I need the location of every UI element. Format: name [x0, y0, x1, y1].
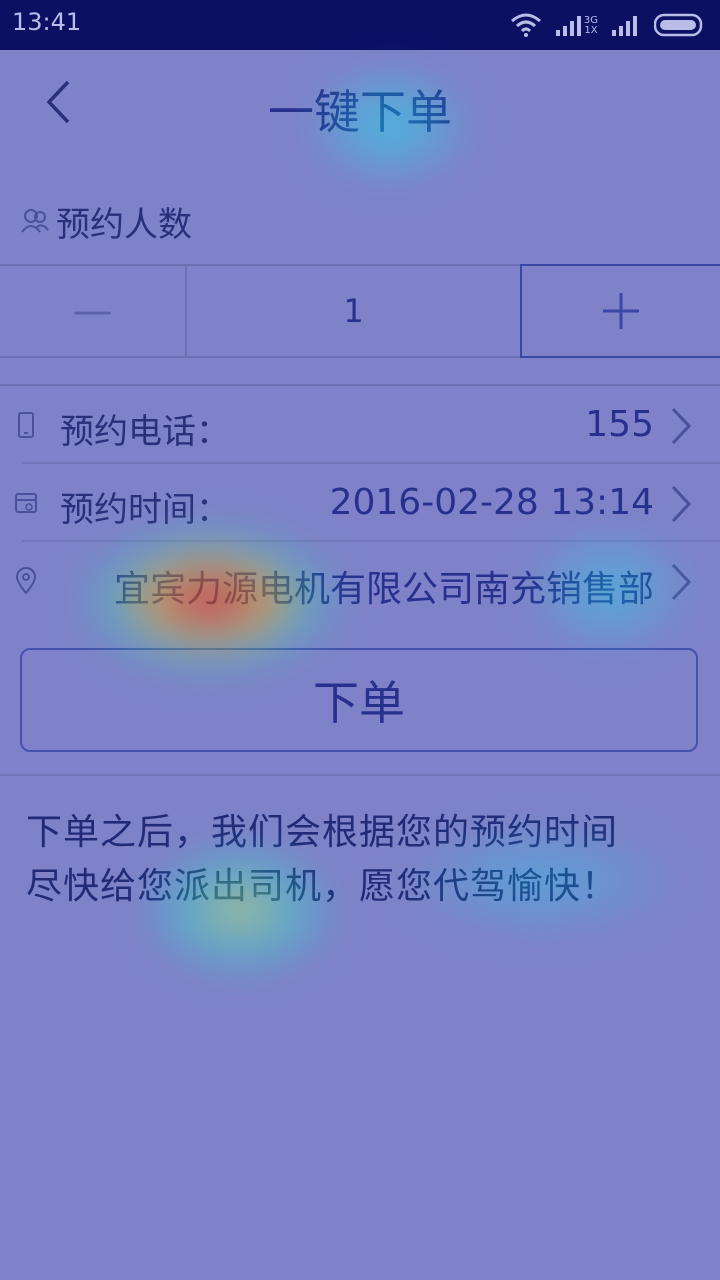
notice-line-1: 下单之后，我们会根据您的预约时间	[26, 812, 619, 853]
people-count-value: 1	[343, 292, 364, 330]
people-count-stepper: — 1	[0, 264, 720, 358]
people-count-text: 预约人数	[56, 204, 192, 245]
chevron-right-icon	[671, 563, 692, 601]
chevron-right-icon	[671, 407, 692, 445]
address-row[interactable]: 宜宾力源电机有限公司南充销售部	[0, 542, 720, 620]
attention-heatmap-overlay	[0, 0, 720, 1280]
time-label: 预约时间：	[60, 490, 230, 530]
section-divider	[0, 774, 720, 776]
increment-button[interactable]	[520, 264, 720, 358]
wifi-icon	[510, 13, 541, 37]
page-title: 一键下单	[268, 85, 452, 139]
people-icon	[20, 206, 50, 236]
phone-icon	[18, 412, 34, 438]
network-type-badge: 3G 1X	[555, 14, 598, 36]
people-count-label: 预约人数	[20, 196, 192, 246]
decrement-button[interactable]: —	[0, 266, 187, 356]
calendar-icon	[15, 493, 37, 513]
chevron-right-icon	[671, 485, 692, 523]
address-value: 宜宾力源电机有限公司南充销售部	[113, 569, 654, 610]
header: 一键下单	[0, 50, 720, 155]
order-notice: 下单之后，我们会根据您的预约时间 尽快给您派出司机，愿您代驾愉快！	[26, 806, 706, 914]
cell-signal-icon	[612, 16, 637, 36]
signal-bars-icon	[555, 16, 581, 36]
status-bar: 13:41 3G 1X	[0, 0, 720, 50]
place-order-button[interactable]: 下单	[20, 648, 698, 752]
phone-label: 预约电话：	[60, 412, 230, 452]
time-value: 2016-02-28 13:14	[329, 482, 654, 523]
booking-form: 预约电话： 155 预约时间： 2016-02-28 13:14 宜宾力源电机有…	[0, 384, 720, 622]
phone-row[interactable]: 预约电话： 155	[0, 386, 720, 464]
network-label-1x: 1X	[584, 25, 598, 36]
status-icons: 3G 1X	[510, 10, 706, 40]
time-row[interactable]: 预约时间： 2016-02-28 13:14	[0, 464, 720, 542]
phone-value: 155	[585, 404, 654, 445]
battery-icon	[654, 13, 703, 37]
status-time: 13:41	[12, 8, 82, 36]
notice-line-2: 尽快给您派出司机，愿您代驾愉快！	[26, 866, 619, 907]
plus-icon	[603, 293, 639, 329]
